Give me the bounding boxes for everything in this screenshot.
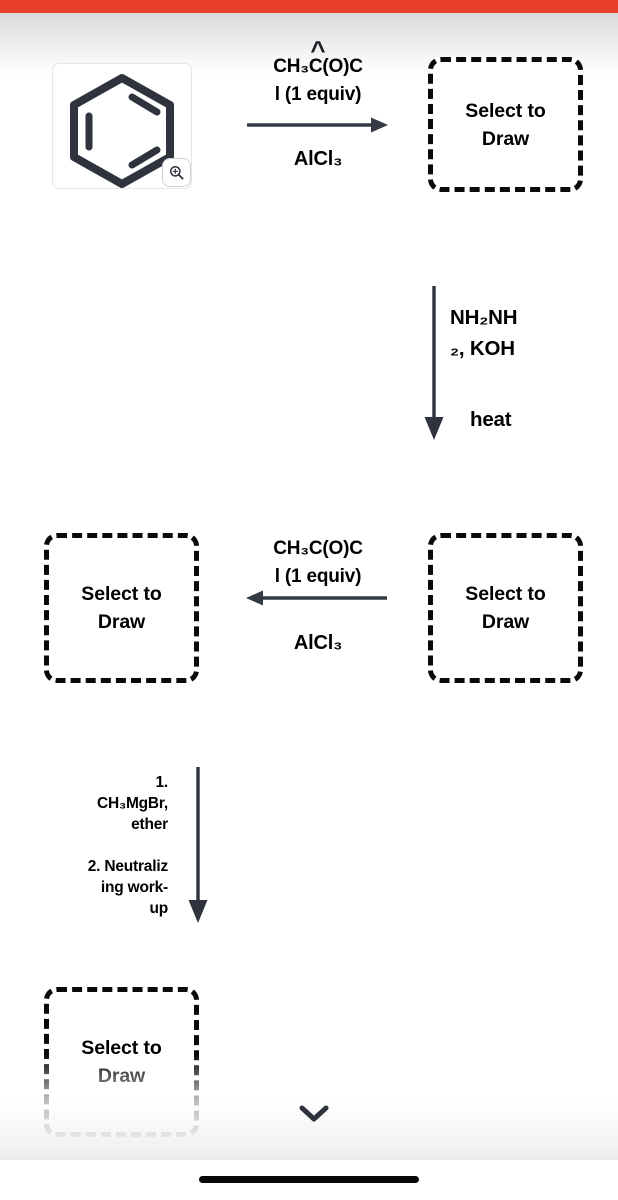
step3-reagent-above: CH₃C(O)C l (1 equiv) xyxy=(248,535,388,591)
step1-reagent-below: AlCl₃ xyxy=(293,148,343,170)
step4-reagent-part1: 1. CH₃MgBr, ether xyxy=(38,772,168,835)
step4-reagent-part2-line3: up xyxy=(149,900,168,917)
step4-reagent-part1-line1: 1. xyxy=(155,774,168,791)
step3-reagent-above-line1: CH₃C(O)C xyxy=(273,538,363,559)
step2-reagent-heat: heat xyxy=(470,408,512,431)
step2-reagent: NH₂NH ₂, KOH xyxy=(450,302,600,364)
reaction-arrow-down-step4 xyxy=(188,767,208,923)
step2-reagent-line2: ₂, KOH xyxy=(450,337,515,360)
reaction-arrow-left-step3 xyxy=(246,590,387,606)
reaction-arrow-down-step2 xyxy=(424,286,444,440)
step4-reagent-part1-line3: ether xyxy=(131,816,168,833)
answer-box-product-3[interactable]: Select to Draw xyxy=(428,533,583,683)
step3-reagent-below: AlCl₃ xyxy=(293,632,343,654)
step1-reagent-above: CH₃C(O)C l (1 equiv) xyxy=(248,53,388,109)
scroll-down-button[interactable] xyxy=(294,1098,334,1128)
answer-box-product-4[interactable]: Select to Draw xyxy=(44,987,199,1137)
step1-reagent-above-line1: CH₃C(O)C xyxy=(273,56,363,77)
answer-box-label-line2: Draw xyxy=(97,611,146,633)
step4-reagent-part2: 2. Neutraliz ing work- up xyxy=(38,856,168,919)
answer-box-label-line2: Draw xyxy=(481,127,530,150)
answer-box-label-line2: Draw xyxy=(481,611,530,633)
answer-box-label-line1: Select to xyxy=(81,1037,162,1059)
step4-reagent-part2-line1: 2. Neutraliz xyxy=(87,858,168,875)
step2-reagent-line1: NH₂NH xyxy=(450,306,518,329)
magnify-icon xyxy=(169,165,184,180)
reaction-scheme-canvas: ^ CH₃C(O)C l (1 equiv) AlCl₃ Select to D… xyxy=(0,0,618,1200)
answer-box-label-line1: Select to xyxy=(81,583,162,605)
answer-box-product-2[interactable]: Select to Draw xyxy=(44,533,199,683)
answer-box-label-line1: Select to xyxy=(465,583,546,605)
chevron-down-icon xyxy=(299,1105,329,1121)
zoom-structure-button[interactable] xyxy=(162,158,191,187)
reaction-arrow-right-step1 xyxy=(247,117,388,133)
answer-box-label-line2: Draw xyxy=(97,1065,146,1087)
home-indicator xyxy=(199,1176,419,1183)
answer-box-label-line1: Select to xyxy=(465,99,546,122)
step1-reagent-above-line2: l (1 equiv) xyxy=(274,84,362,105)
step4-reagent-part2-line2: ing work- xyxy=(100,879,168,896)
step4-reagent-part1-line2: CH₃MgBr, xyxy=(96,795,168,812)
answer-box-product-1[interactable]: Select to Draw xyxy=(428,57,583,192)
